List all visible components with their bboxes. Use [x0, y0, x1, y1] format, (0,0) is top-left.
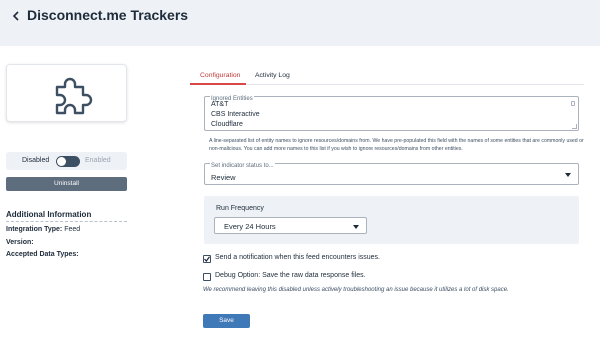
additional-info-heading: Additional Information — [6, 210, 92, 219]
ignored-entity-line: AT&T — [211, 101, 229, 108]
tab-bar: Configuration Activity Log — [190, 68, 584, 85]
tab-configuration[interactable]: Configuration — [200, 72, 240, 79]
run-frequency-value: Every 24 Hours — [224, 222, 276, 231]
caret-down-icon — [353, 225, 359, 229]
ignored-entity-line: Cloudflare — [211, 121, 243, 128]
indicator-status-select[interactable]: Set indicator status to... Review — [204, 163, 579, 185]
checkmark-icon — [204, 256, 210, 262]
info-divider — [6, 221, 127, 222]
uninstall-button[interactable]: Uninstall — [6, 177, 127, 191]
caret-down-icon — [565, 173, 571, 177]
enable-toggle[interactable] — [56, 156, 80, 167]
ignored-entities-textarea[interactable]: Ignored Entities AT&T CBS Interactive Cl… — [204, 96, 579, 131]
save-button[interactable]: Save — [203, 314, 250, 328]
indicator-status-value: Review — [211, 173, 236, 182]
toggle-disabled-label: Disabled — [22, 157, 50, 164]
integration-type-label: Integration Type: — [6, 226, 63, 233]
debug-label: Debug Option: Save the raw data response… — [215, 272, 366, 279]
feed-icon-card — [6, 64, 127, 122]
run-frequency-panel: Run Frequency Every 24 Hours — [204, 196, 579, 244]
page-title: Disconnect.me Trackers — [27, 7, 189, 23]
toggle-enabled-label: Enabled — [85, 157, 111, 164]
puzzle-piece-icon — [55, 77, 93, 115]
enable-toggle-row: Disabled Enabled — [6, 152, 127, 170]
accepted-types-row: Accepted Data Types: — [6, 251, 79, 258]
toggle-knob — [57, 157, 66, 166]
notify-label: Send a notification when this feed encou… — [215, 254, 380, 261]
chevron-left-icon[interactable] — [9, 8, 23, 24]
debug-note: We recommend leaving this disabled unles… — [203, 287, 509, 293]
resize-grip-icon[interactable] — [572, 124, 577, 129]
version-label: Version: — [6, 239, 34, 246]
active-tab-indicator — [190, 83, 246, 85]
indicator-status-label: Set indicator status to... — [210, 163, 275, 169]
ignored-entity-line: CBS Interactive — [211, 111, 260, 118]
run-frequency-select[interactable]: Every 24 Hours — [214, 217, 367, 234]
notify-checkbox[interactable] — [203, 255, 211, 263]
version-row: Version: — [6, 239, 34, 246]
accepted-types-label: Accepted Data Types: — [6, 251, 79, 258]
run-frequency-label: Run Frequency — [216, 205, 264, 212]
integration-type-row: Integration Type: Feed — [6, 226, 80, 233]
textarea-scrollbar[interactable] — [571, 101, 575, 106]
ignored-entities-help: A line-separated list of entity names to… — [209, 138, 584, 152]
page-header: Disconnect.me Trackers — [0, 0, 600, 46]
tab-activity-log[interactable]: Activity Log — [255, 72, 290, 79]
integration-type-value: Feed — [64, 226, 81, 233]
debug-checkbox[interactable] — [203, 273, 211, 281]
